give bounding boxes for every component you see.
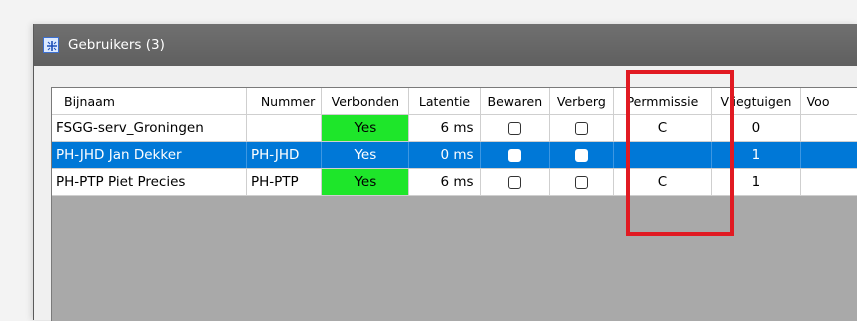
col-header-nummer[interactable]: Nummer (246, 88, 323, 115)
cell-vliegtuigen: 0 (711, 114, 801, 142)
cell-vliegtuigen: 1 (711, 141, 801, 169)
cell-bewaren (480, 168, 551, 196)
users-table: Bijnaam Nummer Verbonden Latentie Beware… (52, 88, 857, 196)
table-row[interactable]: PH-PTP Piet Precies PH-PTP Yes 6 ms C 1 (52, 168, 857, 196)
verberg-checkbox[interactable] (574, 121, 588, 135)
cell-voo (800, 114, 857, 142)
cell-latentie: 0 ms (408, 141, 481, 169)
col-header-permissie[interactable]: Permmissie (613, 88, 713, 115)
table-row[interactable]: FSGG-serv_Groningen Yes 6 ms C 0 (52, 114, 857, 142)
col-header-latentie[interactable]: Latentie (408, 88, 481, 115)
users-window: Gebruikers (3) Bijnaam Nummer Verbonden … (33, 24, 857, 321)
cell-bewaren (480, 141, 551, 169)
cell-bijnaam: PH-JHD Jan Dekker (52, 141, 247, 169)
cell-nummer: PH-JHD (246, 141, 323, 169)
window-title: Gebruikers (3) (68, 37, 165, 53)
cell-vliegtuigen: 1 (711, 168, 801, 196)
bewaren-checkbox[interactable] (508, 175, 522, 189)
col-header-verberg[interactable]: Verberg (549, 88, 614, 115)
cell-verberg (549, 114, 614, 142)
cell-bijnaam: PH-PTP Piet Precies (52, 168, 247, 196)
cell-verberg (549, 168, 614, 196)
cell-verbonden: Yes (321, 168, 410, 196)
cell-permissie (613, 141, 713, 169)
cell-verbonden: Yes (321, 141, 410, 169)
table-row[interactable]: PH-JHD Jan Dekker PH-JHD Yes 0 ms 1 (52, 141, 857, 169)
cell-latentie: 6 ms (408, 114, 481, 142)
bewaren-checkbox[interactable] (508, 121, 522, 135)
window-titlebar[interactable]: Gebruikers (3) (34, 24, 857, 66)
bewaren-checkbox[interactable] (508, 148, 522, 162)
cell-permissie: C (613, 168, 713, 196)
verberg-checkbox[interactable] (574, 175, 588, 189)
cell-bijnaam: FSGG-serv_Groningen (52, 114, 247, 142)
cell-latentie: 6 ms (408, 168, 481, 196)
cell-verbonden: Yes (321, 114, 410, 142)
cell-nummer: PH-PTP (246, 168, 323, 196)
users-window-icon (43, 37, 59, 53)
col-header-vliegtuigen[interactable]: Vliegtuigen (711, 88, 801, 115)
users-grid[interactable]: Bijnaam Nummer Verbonden Latentie Beware… (51, 87, 857, 321)
col-header-bewaren[interactable]: Bewaren (480, 88, 551, 115)
col-header-verbonden[interactable]: Verbonden (321, 88, 410, 115)
col-header-voo[interactable]: Voo (800, 88, 857, 115)
cell-permissie: C (613, 114, 713, 142)
col-header-bijnaam[interactable]: Bijnaam (52, 88, 247, 115)
cell-bewaren (480, 114, 551, 142)
cell-nummer (246, 114, 323, 142)
verberg-checkbox[interactable] (574, 148, 588, 162)
cell-voo (800, 141, 857, 169)
table-header-row: Bijnaam Nummer Verbonden Latentie Beware… (52, 88, 857, 115)
cell-verberg (549, 141, 614, 169)
cell-voo (800, 168, 857, 196)
